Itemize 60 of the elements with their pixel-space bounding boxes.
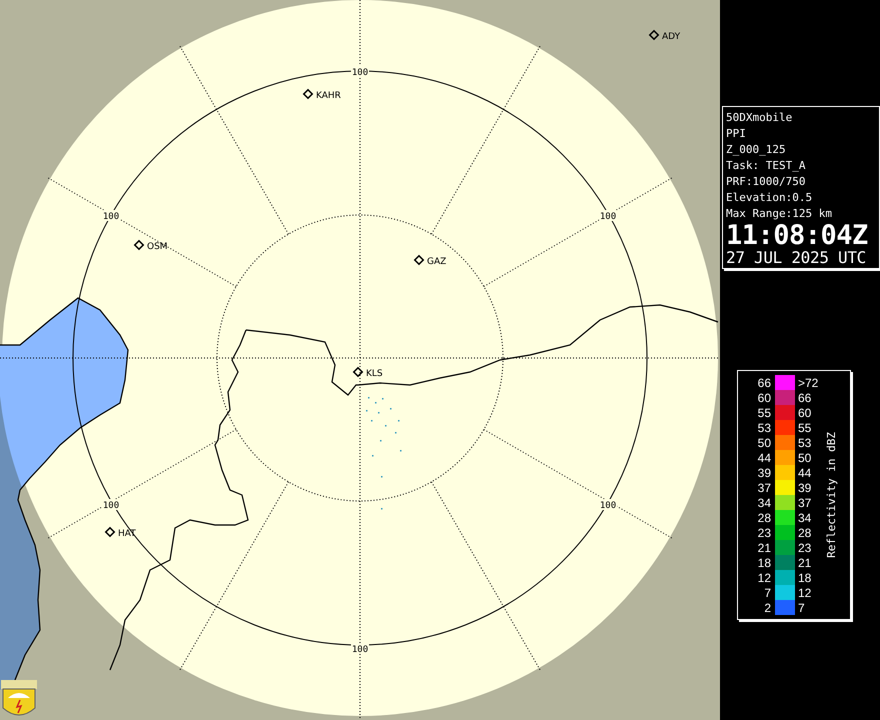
legend-value: 18 [797, 570, 812, 584]
info-text: Task: TEST_A [726, 158, 806, 174]
legend-value: 53 [797, 436, 812, 450]
city-label: GAZ [427, 257, 446, 267]
range-label: 100 [599, 499, 617, 511]
date-text: 27 JUL 2025 UTC [726, 249, 867, 267]
range-label: 100 [102, 210, 120, 222]
shield-logo-drawing [1, 680, 37, 716]
range-label: 100 [599, 210, 617, 222]
range-label: 100 [351, 643, 369, 655]
site-marker [134, 240, 144, 250]
time-text: 11:08:04Z [726, 222, 869, 249]
legend-value: 60 [797, 406, 812, 420]
legend-value: 21 [756, 540, 772, 554]
legend-value: 50 [756, 436, 772, 450]
legend-value: 18 [756, 556, 772, 570]
site-marker [648, 30, 660, 40]
legend-value: 23 [756, 526, 772, 540]
legend-value: 28 [797, 526, 812, 540]
range-label: 100 [351, 66, 369, 78]
legend-value: >72 [797, 376, 820, 390]
legend-value: 66 [797, 390, 812, 404]
info-text: PPI [726, 126, 747, 142]
legend-value: 2 [763, 600, 772, 614]
legend-value: 60 [756, 390, 772, 404]
legend-value: 21 [797, 556, 812, 570]
legend-value: 39 [797, 480, 812, 494]
legend-value: 55 [797, 420, 812, 434]
legend-value: 7 [763, 586, 772, 600]
legend-value: 7 [797, 600, 806, 614]
info-text: PRF:1000/750 [726, 174, 806, 190]
legend-value: 55 [756, 406, 772, 420]
site-marker [414, 254, 424, 266]
info-text: Elevation:0.5 [726, 190, 814, 206]
info-text: Z_000_125 [726, 142, 787, 158]
legend-value: 12 [756, 570, 772, 584]
legend-value: 66 [756, 376, 772, 390]
legend-value: 23 [797, 540, 812, 554]
range-label: 100 [102, 499, 120, 511]
site-marker [104, 526, 116, 538]
legend-value: 12 [797, 586, 812, 600]
legend-value: 53 [756, 420, 772, 434]
legend-value: 44 [756, 450, 772, 464]
city-label: ADY [662, 32, 680, 42]
legend-value: 37 [756, 480, 772, 494]
legend-title: Reflectivity in dBZ [825, 432, 838, 558]
site-marker [352, 366, 364, 378]
legend-value: 34 [756, 496, 772, 510]
city-label: OSM [147, 242, 168, 252]
legend-value: 44 [797, 466, 812, 480]
city-label: KAHR [316, 91, 341, 101]
legend-value: 50 [797, 450, 812, 464]
city-label: KLS [366, 369, 383, 379]
legend-value: 39 [756, 466, 772, 480]
legend-value: 28 [756, 510, 772, 524]
info-text: Max Range:125 km [726, 206, 833, 222]
site-marker [302, 88, 314, 100]
legend-value: 34 [797, 510, 812, 524]
legend-value: 37 [797, 496, 812, 510]
info-text: 50DXmobile [726, 110, 794, 126]
